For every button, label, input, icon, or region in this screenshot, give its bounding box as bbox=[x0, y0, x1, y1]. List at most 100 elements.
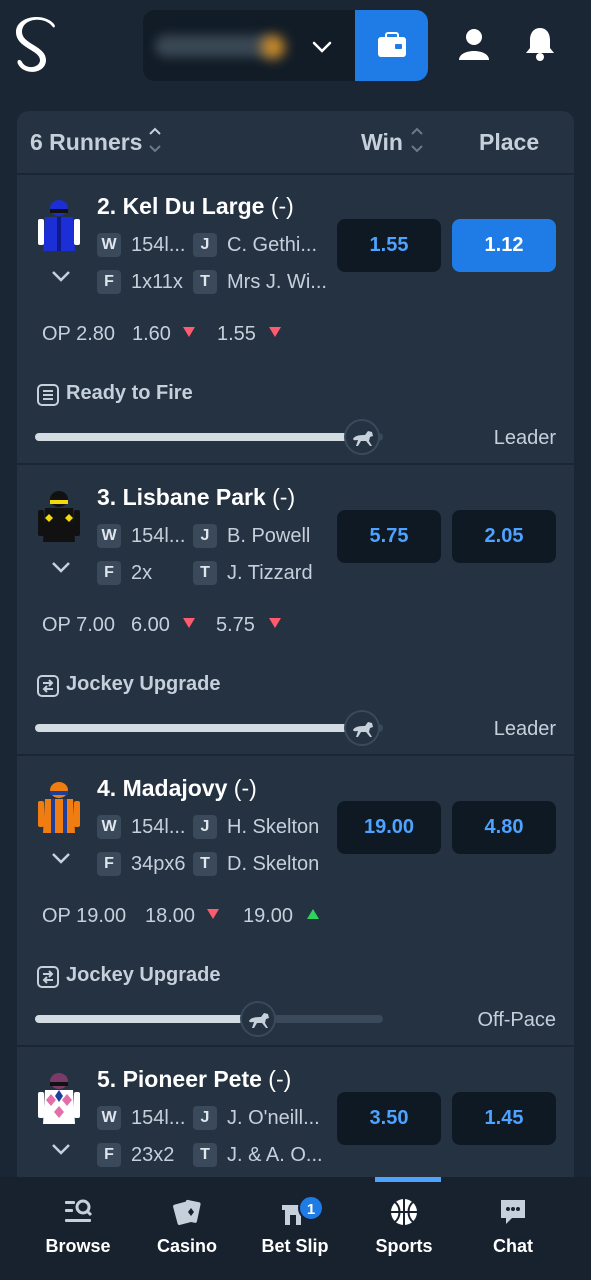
nav-chat[interactable]: Chat bbox=[458, 1177, 568, 1280]
pace-fill bbox=[35, 724, 362, 732]
sort-icon[interactable] bbox=[410, 125, 424, 155]
runner-row: 3. Lisbane Park (-) W 154l... J B. Powel… bbox=[17, 466, 574, 756]
expand-chevron-icon[interactable] bbox=[50, 560, 72, 574]
place-odds-button[interactable]: 1.45 bbox=[452, 1092, 556, 1145]
opening-price: OP 7.00 bbox=[42, 614, 116, 636]
form-tag: F bbox=[97, 270, 121, 294]
trainer-value: D. Skelton bbox=[227, 853, 320, 875]
win-odds-button[interactable]: 19.00 bbox=[337, 801, 441, 854]
balance-amount-hidden bbox=[155, 35, 275, 57]
nav-browse[interactable]: Browse bbox=[23, 1177, 133, 1280]
form-value: 34px6 bbox=[131, 853, 186, 875]
place-odds-button[interactable]: 2.05 bbox=[452, 510, 556, 563]
price-history-2: 1.55 bbox=[217, 323, 256, 345]
weight-value: 154l... bbox=[131, 234, 186, 256]
expand-chevron-icon[interactable] bbox=[50, 1142, 72, 1156]
expand-chevron-icon[interactable] bbox=[50, 851, 72, 865]
jockey-silk-icon bbox=[38, 782, 80, 833]
weight-tag: W bbox=[97, 524, 121, 548]
bell-icon[interactable] bbox=[524, 26, 556, 62]
jockey-value: J. O'neill... bbox=[227, 1107, 320, 1129]
nav-bet-slip[interactable]: 1 Bet Slip bbox=[240, 1177, 350, 1280]
weight-value: 154l... bbox=[131, 816, 186, 838]
opening-price: OP 2.80 bbox=[42, 323, 116, 345]
jockey-value: B. Powell bbox=[227, 525, 311, 547]
horse-icon bbox=[249, 1013, 269, 1028]
list-icon bbox=[37, 384, 59, 406]
runner-name[interactable]: 5. Pioneer Pete (-) bbox=[97, 1066, 291, 1093]
place-column-label[interactable]: Place bbox=[479, 129, 539, 156]
place-odds-button[interactable]: 4.80 bbox=[452, 801, 556, 854]
expand-chevron-icon[interactable] bbox=[50, 269, 72, 283]
jockey-tag: J bbox=[193, 1106, 217, 1130]
trainer-value: Mrs J. Wi... bbox=[227, 271, 327, 293]
win-column-label[interactable]: Win bbox=[361, 129, 403, 156]
weight-tag: W bbox=[97, 233, 121, 257]
price-history-2: 19.00 bbox=[243, 905, 294, 927]
runner-name[interactable]: 3. Lisbane Park (-) bbox=[97, 484, 295, 511]
user-icon[interactable] bbox=[458, 28, 490, 60]
form-value: 2x bbox=[131, 562, 153, 584]
basketball-icon bbox=[391, 1199, 417, 1225]
wallet-icon bbox=[378, 32, 406, 57]
runner-name[interactable]: 2. Kel Du Large (-) bbox=[97, 193, 294, 220]
app-header bbox=[0, 0, 591, 92]
runner-list-header: 6 Runners Win Place bbox=[17, 111, 574, 175]
form-tag: F bbox=[97, 1143, 121, 1167]
jockey-tag: J bbox=[193, 233, 217, 257]
price-down-icon bbox=[183, 327, 195, 337]
jockey-value: H. Skelton bbox=[227, 816, 320, 838]
place-odds-button[interactable]: 1.12 bbox=[452, 219, 556, 272]
jockey-silk-icon bbox=[38, 1073, 80, 1124]
runner-insight: Jockey Upgrade bbox=[66, 673, 221, 695]
weight-value: 154l... bbox=[131, 525, 186, 547]
runners-sort-label[interactable]: 6 Runners bbox=[30, 129, 142, 156]
nav-label: Bet Slip bbox=[261, 1236, 329, 1256]
pace-fill bbox=[35, 1015, 258, 1023]
trainer-value: J. & A. O... bbox=[227, 1144, 323, 1166]
nav-label: Casino bbox=[156, 1236, 217, 1256]
trainer-tag: T bbox=[193, 270, 217, 294]
active-tab-indicator bbox=[375, 1177, 441, 1182]
jockey-silk-icon bbox=[38, 491, 80, 542]
logo[interactable] bbox=[14, 14, 60, 78]
trainer-tag: T bbox=[193, 1143, 217, 1167]
price-down-icon bbox=[269, 618, 281, 628]
form-value: 1x11x bbox=[131, 271, 183, 293]
horse-icon bbox=[353, 722, 373, 737]
runner-name[interactable]: 4. Madajovy (-) bbox=[97, 775, 257, 802]
sort-icon[interactable] bbox=[148, 125, 162, 155]
win-odds-button[interactable]: 3.50 bbox=[337, 1092, 441, 1145]
form-tag: F bbox=[97, 852, 121, 876]
runner-insight: Ready to Fire bbox=[66, 382, 193, 404]
pace-fill bbox=[35, 433, 362, 441]
pace-knob bbox=[344, 419, 380, 455]
nav-casino[interactable]: Casino bbox=[132, 1177, 242, 1280]
runner-row: 4. Madajovy (-) W 154l... J H. Skelton F… bbox=[17, 757, 574, 1047]
jockey-tag: J bbox=[193, 815, 217, 839]
bottom-navigation: Browse Casino 1 Bet Slip Sports Chat bbox=[0, 1177, 591, 1280]
balance-selector[interactable] bbox=[143, 10, 355, 81]
pace-label: Off-Pace bbox=[477, 1009, 556, 1031]
pace-track bbox=[35, 433, 383, 441]
win-odds-button[interactable]: 1.55 bbox=[337, 219, 441, 272]
trainer-tag: T bbox=[193, 561, 217, 585]
nav-label: Chat bbox=[493, 1236, 533, 1256]
price-down-icon bbox=[207, 909, 219, 919]
price-up-icon bbox=[307, 909, 319, 919]
pace-knob bbox=[240, 1001, 276, 1037]
opening-price: OP 19.00 bbox=[42, 905, 127, 927]
price-history-1: 6.00 bbox=[131, 614, 170, 636]
nav-label: Browse bbox=[45, 1236, 111, 1256]
nav-sports[interactable]: Sports bbox=[349, 1177, 459, 1280]
runner-row: 2. Kel Du Large (-) W 154l... J C. Gethi… bbox=[17, 175, 574, 465]
weight-tag: W bbox=[97, 815, 121, 839]
win-odds-button[interactable]: 5.75 bbox=[337, 510, 441, 563]
browse-icon bbox=[65, 1199, 93, 1222]
chat-icon bbox=[501, 1200, 525, 1224]
wallet-button[interactable] bbox=[355, 10, 428, 81]
form-value: 23x2 bbox=[131, 1144, 175, 1166]
bet-slip-count-badge: 1 bbox=[298, 1195, 324, 1221]
swap-icon bbox=[37, 675, 59, 697]
coin-icon bbox=[261, 35, 285, 59]
